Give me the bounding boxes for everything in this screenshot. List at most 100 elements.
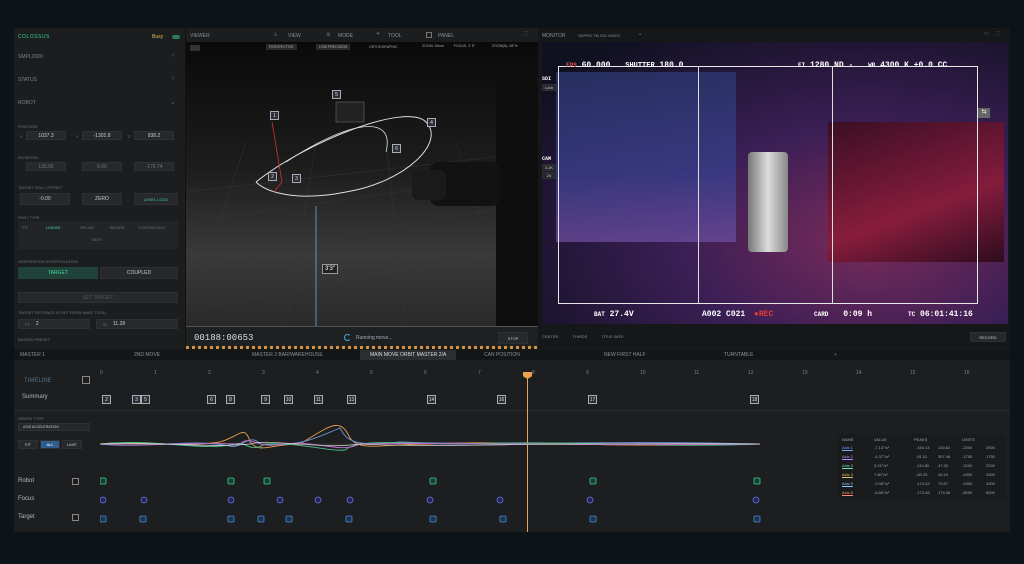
monitor-title: MONITOR bbox=[542, 33, 566, 39]
keyframe-5[interactable]: 5 bbox=[141, 395, 150, 404]
graph-type-select[interactable]: AXIS ACCELERATION bbox=[18, 423, 90, 431]
keyframe-11[interactable]: 11 bbox=[314, 395, 323, 404]
keyframe-17[interactable]: 17 bbox=[588, 395, 597, 404]
path-node-4[interactable]: 4 bbox=[427, 118, 436, 127]
tab-master-2[interactable]: MASTER 2 BAR/WAREHOUSE bbox=[252, 350, 323, 360]
chevron-left-icon[interactable]: ‹ bbox=[172, 75, 174, 82]
path-node-1[interactable]: 1 bbox=[270, 111, 279, 120]
keyframe-8[interactable]: 8 bbox=[226, 395, 235, 404]
menu-mode[interactable]: MODE bbox=[338, 33, 353, 39]
axis-name[interactable]: Axis 1 bbox=[842, 445, 853, 450]
toggle-title-safe[interactable]: TITLE SAFE bbox=[601, 334, 623, 339]
rot-z-field[interactable]: -179.74 bbox=[134, 162, 174, 171]
axis-cell: -89.25 bbox=[916, 472, 928, 477]
chevron-down-icon[interactable]: ⌄ bbox=[638, 31, 642, 37]
ft-field[interactable]: FT 2 bbox=[18, 319, 90, 329]
graph-fit-button[interactable]: FIT bbox=[18, 440, 38, 449]
keyframe-3[interactable]: 3 bbox=[132, 395, 141, 404]
chevron-down-icon[interactable]: ⌄ bbox=[170, 98, 176, 106]
viewport-3d[interactable]: PERSPECTIVE LOW PRECISION ORTHOGRAPHIC Z… bbox=[186, 42, 538, 326]
keyframe-9[interactable]: 9 bbox=[261, 395, 270, 404]
tool-icon: ✛ bbox=[376, 31, 381, 37]
keyframe-13[interactable]: 13 bbox=[347, 395, 356, 404]
axis-cell: -2000 bbox=[962, 445, 973, 450]
path-linear[interactable]: LINEAR bbox=[46, 225, 60, 230]
monitor-source-select[interactable]: SDPRO YB-SDI VIDEO bbox=[578, 33, 620, 38]
tab-2nd-move[interactable]: 2ND MOVE bbox=[134, 350, 160, 360]
path-bezier[interactable]: BEZIER bbox=[110, 225, 124, 230]
swap-icon[interactable]: ⇆ bbox=[978, 108, 990, 118]
set-target-button[interactable]: SET TARGET bbox=[18, 292, 178, 303]
pos-y-field[interactable]: -1302.8 bbox=[82, 131, 122, 140]
orient-label: ORIENTATION INTERPOLATION bbox=[18, 259, 78, 264]
in-field[interactable]: IN 11.28 bbox=[96, 319, 178, 329]
menu-tool[interactable]: TOOL bbox=[388, 33, 402, 39]
keyframe-18[interactable]: 18 bbox=[750, 395, 759, 404]
path-node-3[interactable]: 3 bbox=[292, 174, 301, 183]
level-lock-button[interactable]: LEVEL LOCK bbox=[134, 193, 178, 205]
pos-z-field[interactable]: 938.2 bbox=[134, 131, 174, 140]
record-button[interactable]: RECORD bbox=[970, 332, 1006, 342]
status-toggle[interactable] bbox=[172, 35, 180, 39]
roll-field[interactable]: -0.00 bbox=[20, 193, 70, 205]
tab-turntable[interactable]: TURNTABLE bbox=[724, 350, 753, 360]
track-keyframes[interactable] bbox=[100, 474, 780, 530]
axis-name[interactable]: Axis 4 bbox=[842, 472, 853, 477]
axis-cell: 4300 bbox=[986, 472, 995, 477]
section-smpl[interactable]: SMPL2000 bbox=[18, 54, 43, 60]
toggle-center[interactable]: CENTER bbox=[542, 334, 558, 339]
zero-button[interactable]: ZERO bbox=[82, 193, 122, 205]
path-node-5[interactable]: 5 bbox=[332, 90, 341, 99]
keyframe-10[interactable]: 10 bbox=[284, 395, 293, 404]
axis-cell: -1750 bbox=[962, 454, 973, 459]
distance-label: 3'3" bbox=[322, 264, 338, 274]
osd-top-right: EI 1280 ND - WB 4300 K +0.0 CC bbox=[798, 61, 948, 70]
video-feed[interactable]: ⇆ bbox=[542, 42, 1008, 324]
path-fit[interactable]: FIT bbox=[22, 225, 28, 230]
timeline-ruler[interactable]: 0 1 2 3 4 5 6 7 8 9 10 11 12 13 14 15 16 bbox=[100, 370, 1010, 380]
tab-can-position[interactable]: CAN POSITION bbox=[484, 350, 520, 360]
tick-14: 14 bbox=[856, 370, 862, 376]
path-node-6[interactable]: 6 bbox=[392, 144, 401, 153]
path-next[interactable]: NEXT bbox=[92, 237, 103, 242]
graph-all-button[interactable]: ALL bbox=[40, 440, 60, 449]
rot-y-field[interactable]: 6.06 bbox=[82, 162, 122, 171]
keyframe-16[interactable]: 16 bbox=[497, 395, 506, 404]
section-robot[interactable]: ROBOT bbox=[18, 100, 36, 106]
path-spline[interactable]: SPLINE bbox=[80, 225, 94, 230]
axis-name[interactable]: Axis 5 bbox=[842, 481, 853, 486]
add-tab-icon[interactable]: + bbox=[834, 350, 837, 360]
timeline-toggle[interactable] bbox=[82, 376, 90, 384]
axis-name[interactable]: Axis 2 bbox=[842, 454, 853, 459]
axis-name[interactable]: Axis 6 bbox=[842, 490, 853, 495]
orient-target-button[interactable]: TARGET bbox=[18, 267, 98, 279]
rot-x-field[interactable]: 130.65 bbox=[26, 162, 66, 171]
tab-master-1[interactable]: MASTER 1 bbox=[20, 350, 45, 360]
axis-name[interactable]: Axis 3 bbox=[842, 463, 853, 468]
path-node-2[interactable]: 2 bbox=[268, 172, 277, 181]
sdi-lock: Lock bbox=[542, 84, 556, 91]
tab-new-first-half[interactable]: NEW FIRST HALF bbox=[604, 350, 646, 360]
tick-11: 11 bbox=[694, 370, 700, 376]
keyframe-6[interactable]: 6 bbox=[207, 395, 216, 404]
toggle-thirds[interactable]: THIRDS bbox=[572, 334, 587, 339]
keyframe-2[interactable]: 2 bbox=[102, 395, 111, 404]
path-continuous[interactable]: CONTINUOUS bbox=[138, 225, 165, 230]
chevron-left-icon[interactable]: ‹ bbox=[172, 52, 174, 59]
menu-panel[interactable]: PANEL bbox=[438, 33, 454, 39]
path-type-label: PATH TYPE bbox=[18, 215, 40, 220]
target-track-toggle[interactable] bbox=[72, 514, 79, 521]
menu-view[interactable]: VIEW bbox=[288, 33, 301, 39]
pos-x-field[interactable]: 1037.3 bbox=[26, 131, 66, 140]
tick-12: 12 bbox=[748, 370, 754, 376]
app-logo: COLOSSUS bbox=[18, 34, 50, 40]
orient-coupled-button[interactable]: COUPLED bbox=[100, 267, 178, 279]
tab-main-move[interactable]: MAIN MOVE ORBIT MASTER 2/A bbox=[360, 350, 457, 360]
axis-cell: 47.30 bbox=[938, 463, 949, 468]
stop-button[interactable]: STOP bbox=[498, 332, 528, 344]
keyframe-14[interactable]: 14 bbox=[427, 395, 436, 404]
graph-limit-button[interactable]: LIMIT bbox=[62, 440, 82, 449]
axis-cell: 307.46 bbox=[938, 454, 951, 459]
robot-track-toggle[interactable] bbox=[72, 478, 79, 485]
section-status[interactable]: STATUS bbox=[18, 77, 37, 83]
